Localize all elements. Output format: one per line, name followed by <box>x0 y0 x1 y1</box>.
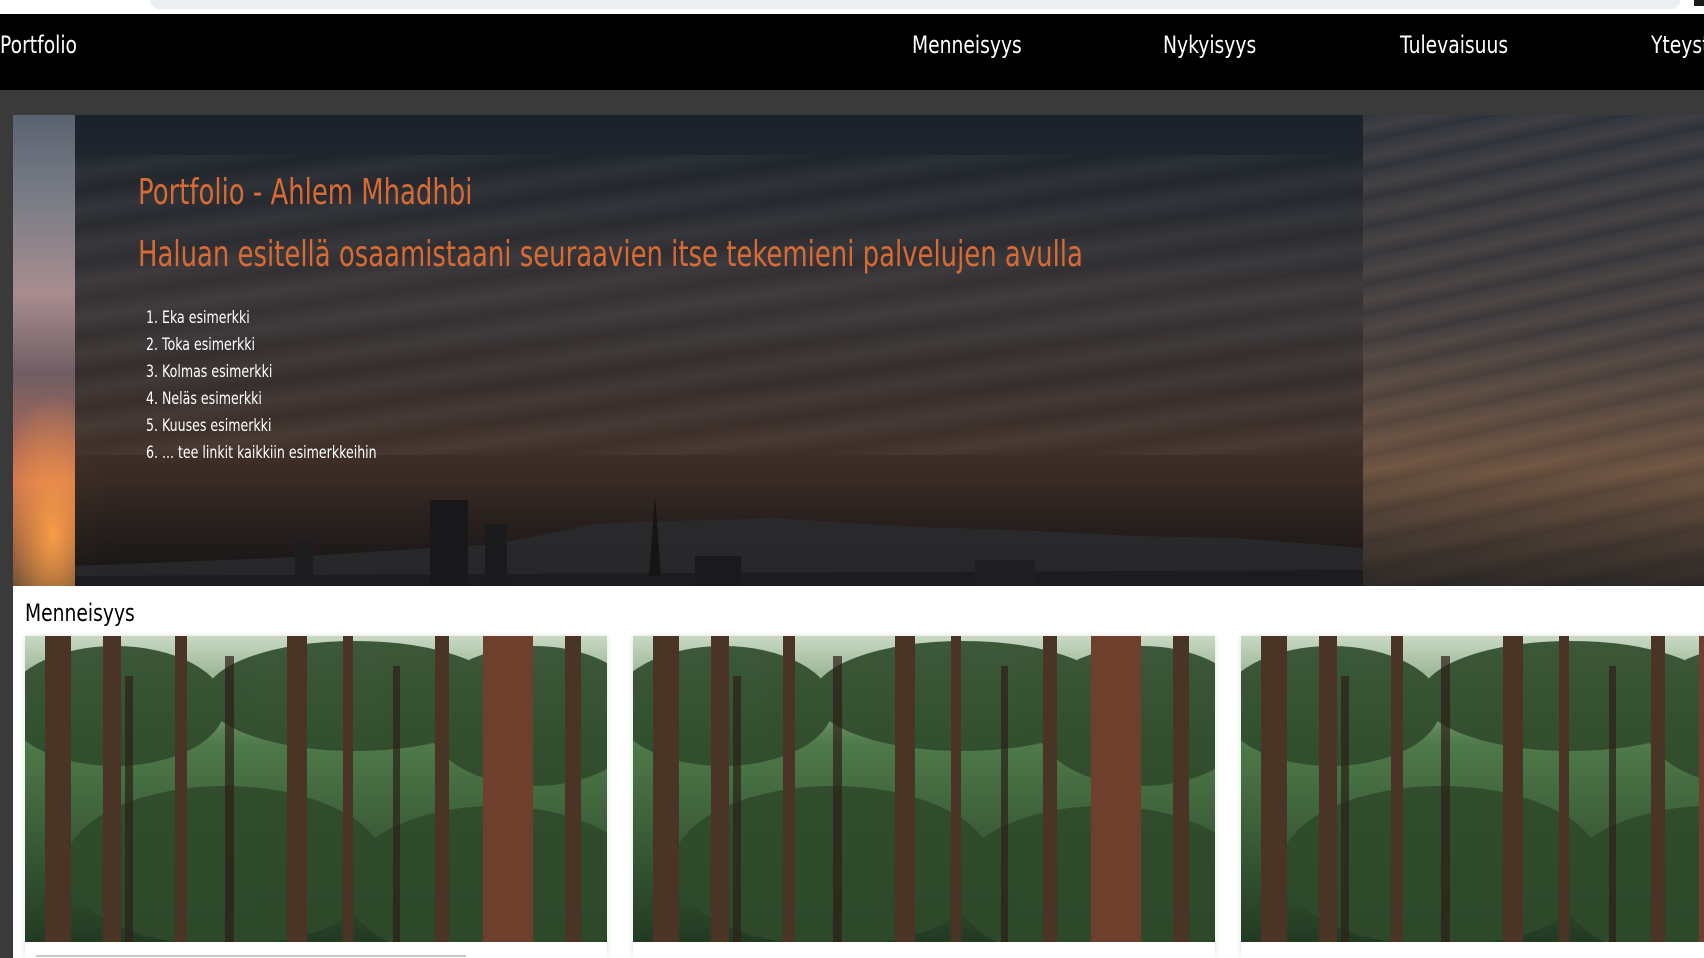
nav-link-nykyisyys[interactable]: Nykyisyys <box>1163 31 1256 59</box>
nav-link-tulevaisuus[interactable]: Tulevaisuus <box>1400 31 1508 59</box>
example-item-5[interactable]: 5. Kuuses esimerkki <box>146 413 377 440</box>
window-corner <box>1694 0 1704 6</box>
nav-link-menneisyys[interactable]: Menneisyys <box>912 31 1022 59</box>
example-item-4[interactable]: 4. Neläs esimerkki <box>146 386 377 413</box>
example-item-3[interactable]: 3. Kolmas esimerkki <box>146 359 377 386</box>
address-bar[interactable] <box>150 0 1680 9</box>
hero-background-right <box>1363 115 1704 586</box>
example-item-6[interactable]: 6. ... tee linkit kaikkiin esimerkkeihin <box>146 440 377 467</box>
horizontal-scrollbar[interactable] <box>36 955 466 957</box>
section-title: Menneisyys <box>25 599 135 627</box>
nav-link-yhteystiedot[interactable]: Yteystiedot <box>1651 31 1704 59</box>
forest-image[interactable] <box>25 636 607 942</box>
top-navbar: Portfolio Menneisyys Nykyisyys Tulevaisu… <box>0 14 1704 90</box>
menneisyys-section: Menneisyys <box>13 586 1704 958</box>
brand-link[interactable]: Portfolio <box>0 31 77 59</box>
project-card-2[interactable] <box>633 636 1215 958</box>
forest-image[interactable] <box>633 636 1215 942</box>
hero-title: Portfolio - Ahlem Mhadhbi <box>138 172 473 213</box>
forest-image[interactable] <box>1241 636 1704 942</box>
examples-list: 1. Eka esimerkki 2. Toka esimerkki 3. Ko… <box>146 305 458 467</box>
city-skyline <box>75 496 1363 586</box>
browser-top-strip <box>0 0 1704 14</box>
example-item-2[interactable]: 2. Toka esimerkki <box>146 332 377 359</box>
hero-subtitle: Haluan esitellä osaamistaani seuraavien … <box>138 234 1083 275</box>
project-card-3[interactable] <box>1241 636 1704 958</box>
example-item-1[interactable]: 1. Eka esimerkki <box>146 305 377 332</box>
project-card-1[interactable] <box>25 636 607 958</box>
